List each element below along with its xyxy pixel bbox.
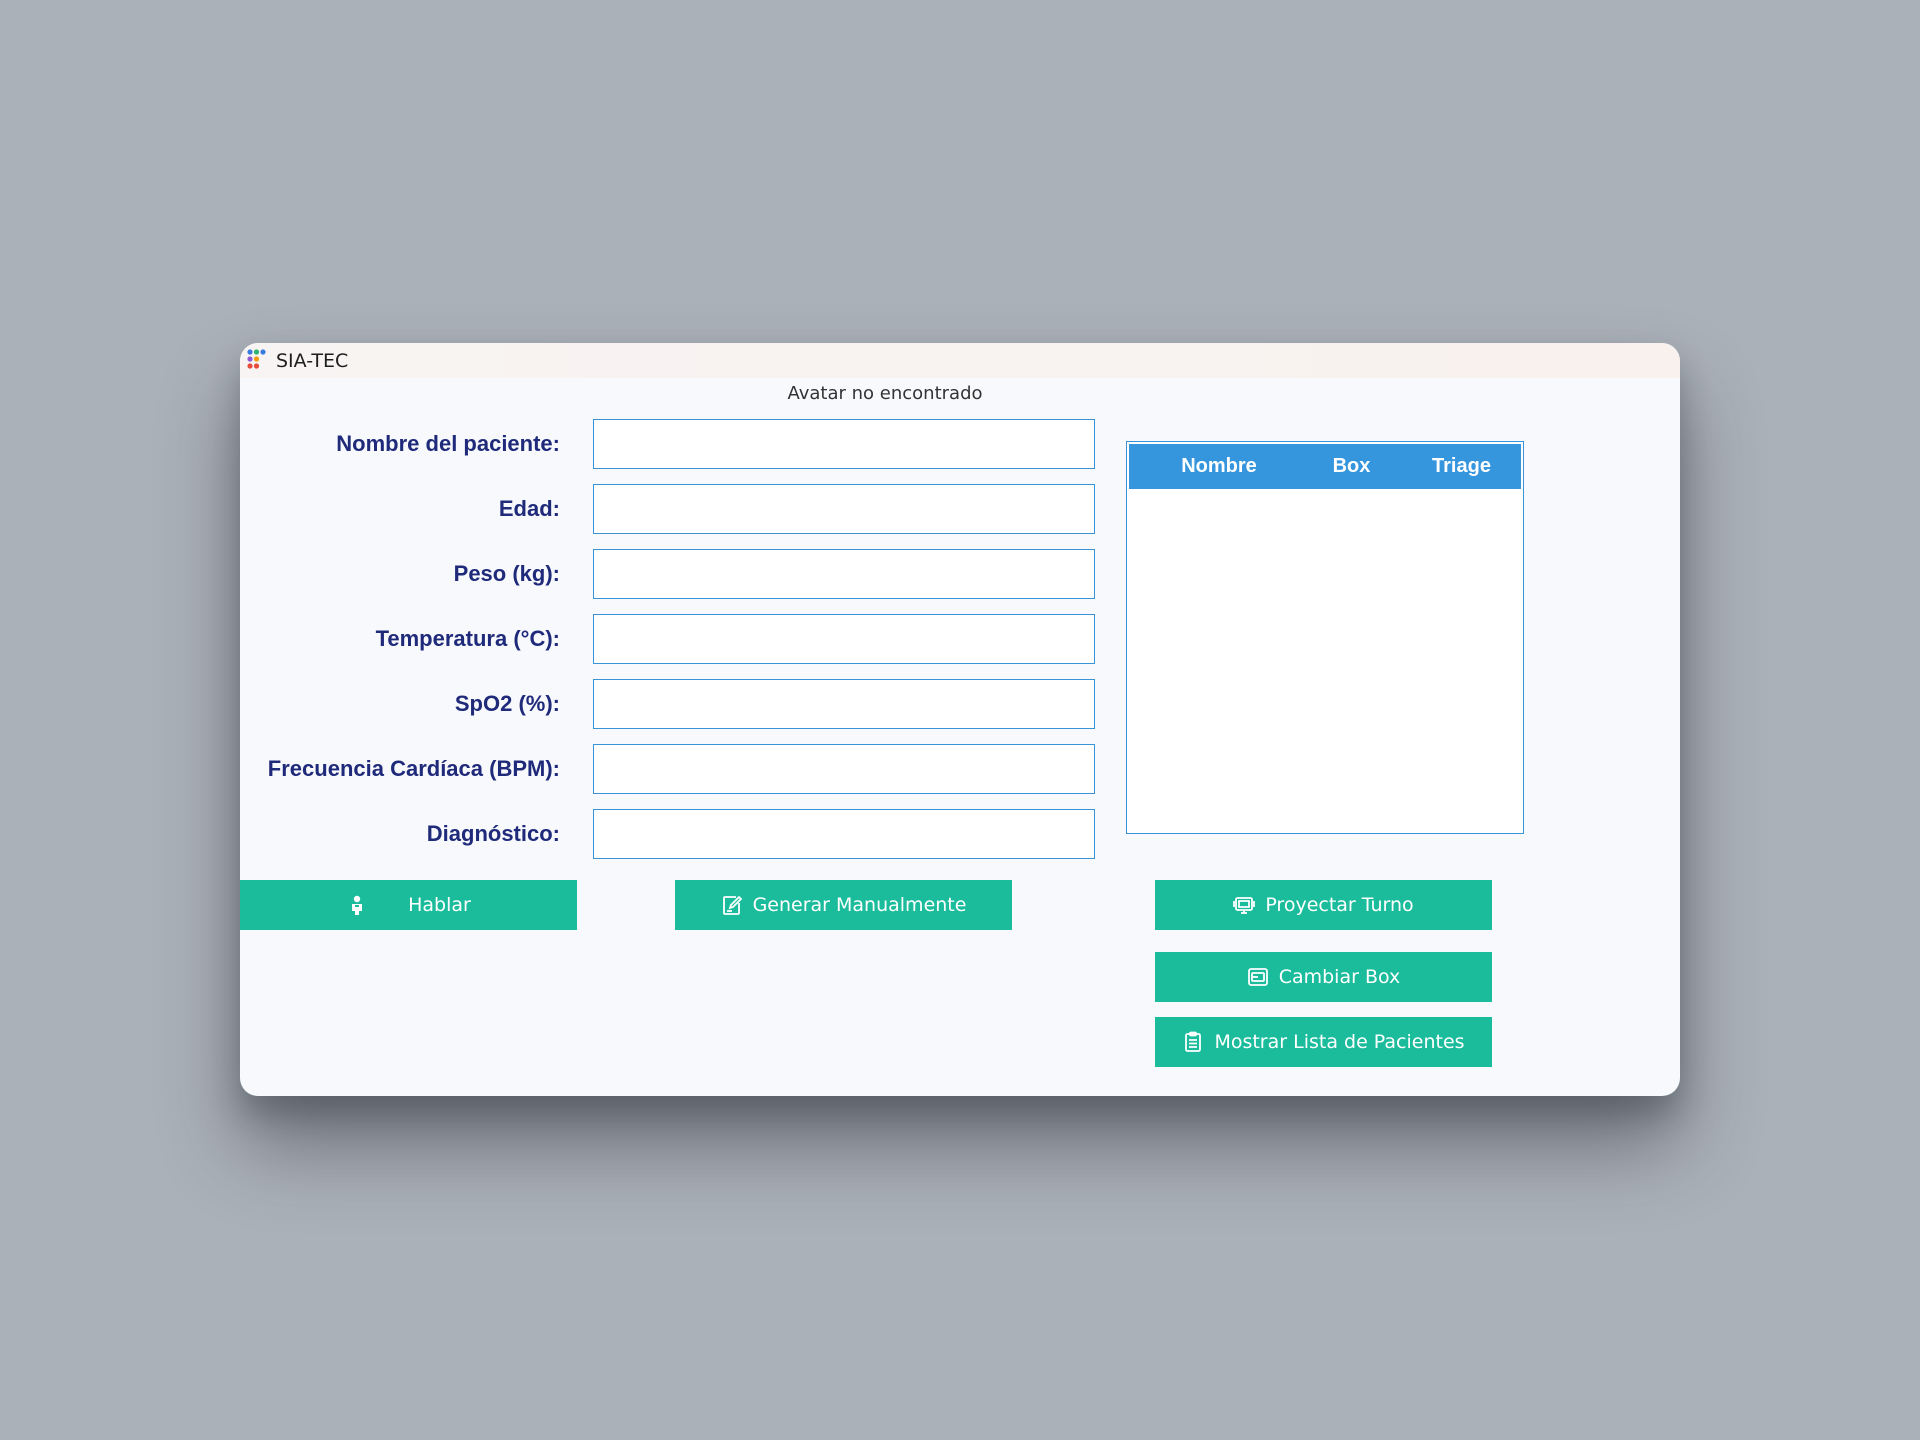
- edad-input[interactable]: [593, 484, 1095, 534]
- patients-table[interactable]: Nombre Box Triage: [1126, 441, 1524, 834]
- temperatura-label: Temperatura (°C):: [375, 626, 560, 651]
- temperatura-input[interactable]: [593, 614, 1095, 664]
- column-header-triage[interactable]: Triage: [1404, 444, 1519, 489]
- monitor-icon: [1233, 897, 1256, 914]
- column-header-box[interactable]: Box: [1299, 444, 1404, 489]
- diagnostico-input[interactable]: [593, 809, 1095, 859]
- frecuencia-label: Frecuencia Cardíaca (BPM):: [267, 756, 560, 781]
- generar-button-label: Generar Manualmente: [752, 894, 967, 916]
- hablar-button[interactable]: Hablar: [240, 880, 577, 930]
- window-title: SIA-TEC: [276, 350, 349, 372]
- cambiar-box-button[interactable]: Cambiar Box: [1155, 952, 1492, 1002]
- edad-label: Edad:: [498, 496, 560, 521]
- box-icon: [1247, 968, 1268, 986]
- peso-label: Peso (kg):: [453, 561, 560, 586]
- person-icon: [352, 895, 363, 915]
- app-window: SIA-TEC Avatar no encontrado Nombre del …: [240, 343, 1680, 1096]
- peso-input[interactable]: [593, 549, 1095, 599]
- edit-icon: [722, 895, 742, 915]
- proyectar-button-label: Proyectar Turno: [1265, 894, 1414, 916]
- title-bar[interactable]: SIA-TEC: [240, 343, 1680, 378]
- nombre-input[interactable]: [593, 419, 1095, 469]
- avatar-status-text: Avatar no encontrado: [787, 383, 983, 404]
- generar-manualmente-button[interactable]: Generar Manualmente: [675, 880, 1012, 930]
- table-header: Nombre Box Triage: [1129, 444, 1521, 489]
- clipboard-icon: [1185, 1031, 1202, 1052]
- column-header-nombre[interactable]: Nombre: [1139, 444, 1299, 489]
- frecuencia-input[interactable]: [593, 744, 1095, 794]
- nombre-label: Nombre del paciente:: [336, 431, 560, 456]
- diagnostico-label: Diagnóstico:: [426, 821, 560, 846]
- cambiar-box-button-label: Cambiar Box: [1278, 966, 1401, 988]
- app-logo-icon: [247, 349, 266, 369]
- mostrar-lista-pacientes-button[interactable]: Mostrar Lista de Pacientes: [1155, 1017, 1492, 1067]
- hablar-button-label: Hablar: [408, 894, 471, 916]
- proyectar-turno-button[interactable]: Proyectar Turno: [1155, 880, 1492, 930]
- spo2-label: SpO2 (%):: [454, 691, 560, 716]
- mostrar-lista-button-label: Mostrar Lista de Pacientes: [1214, 1031, 1465, 1053]
- spo2-input[interactable]: [593, 679, 1095, 729]
